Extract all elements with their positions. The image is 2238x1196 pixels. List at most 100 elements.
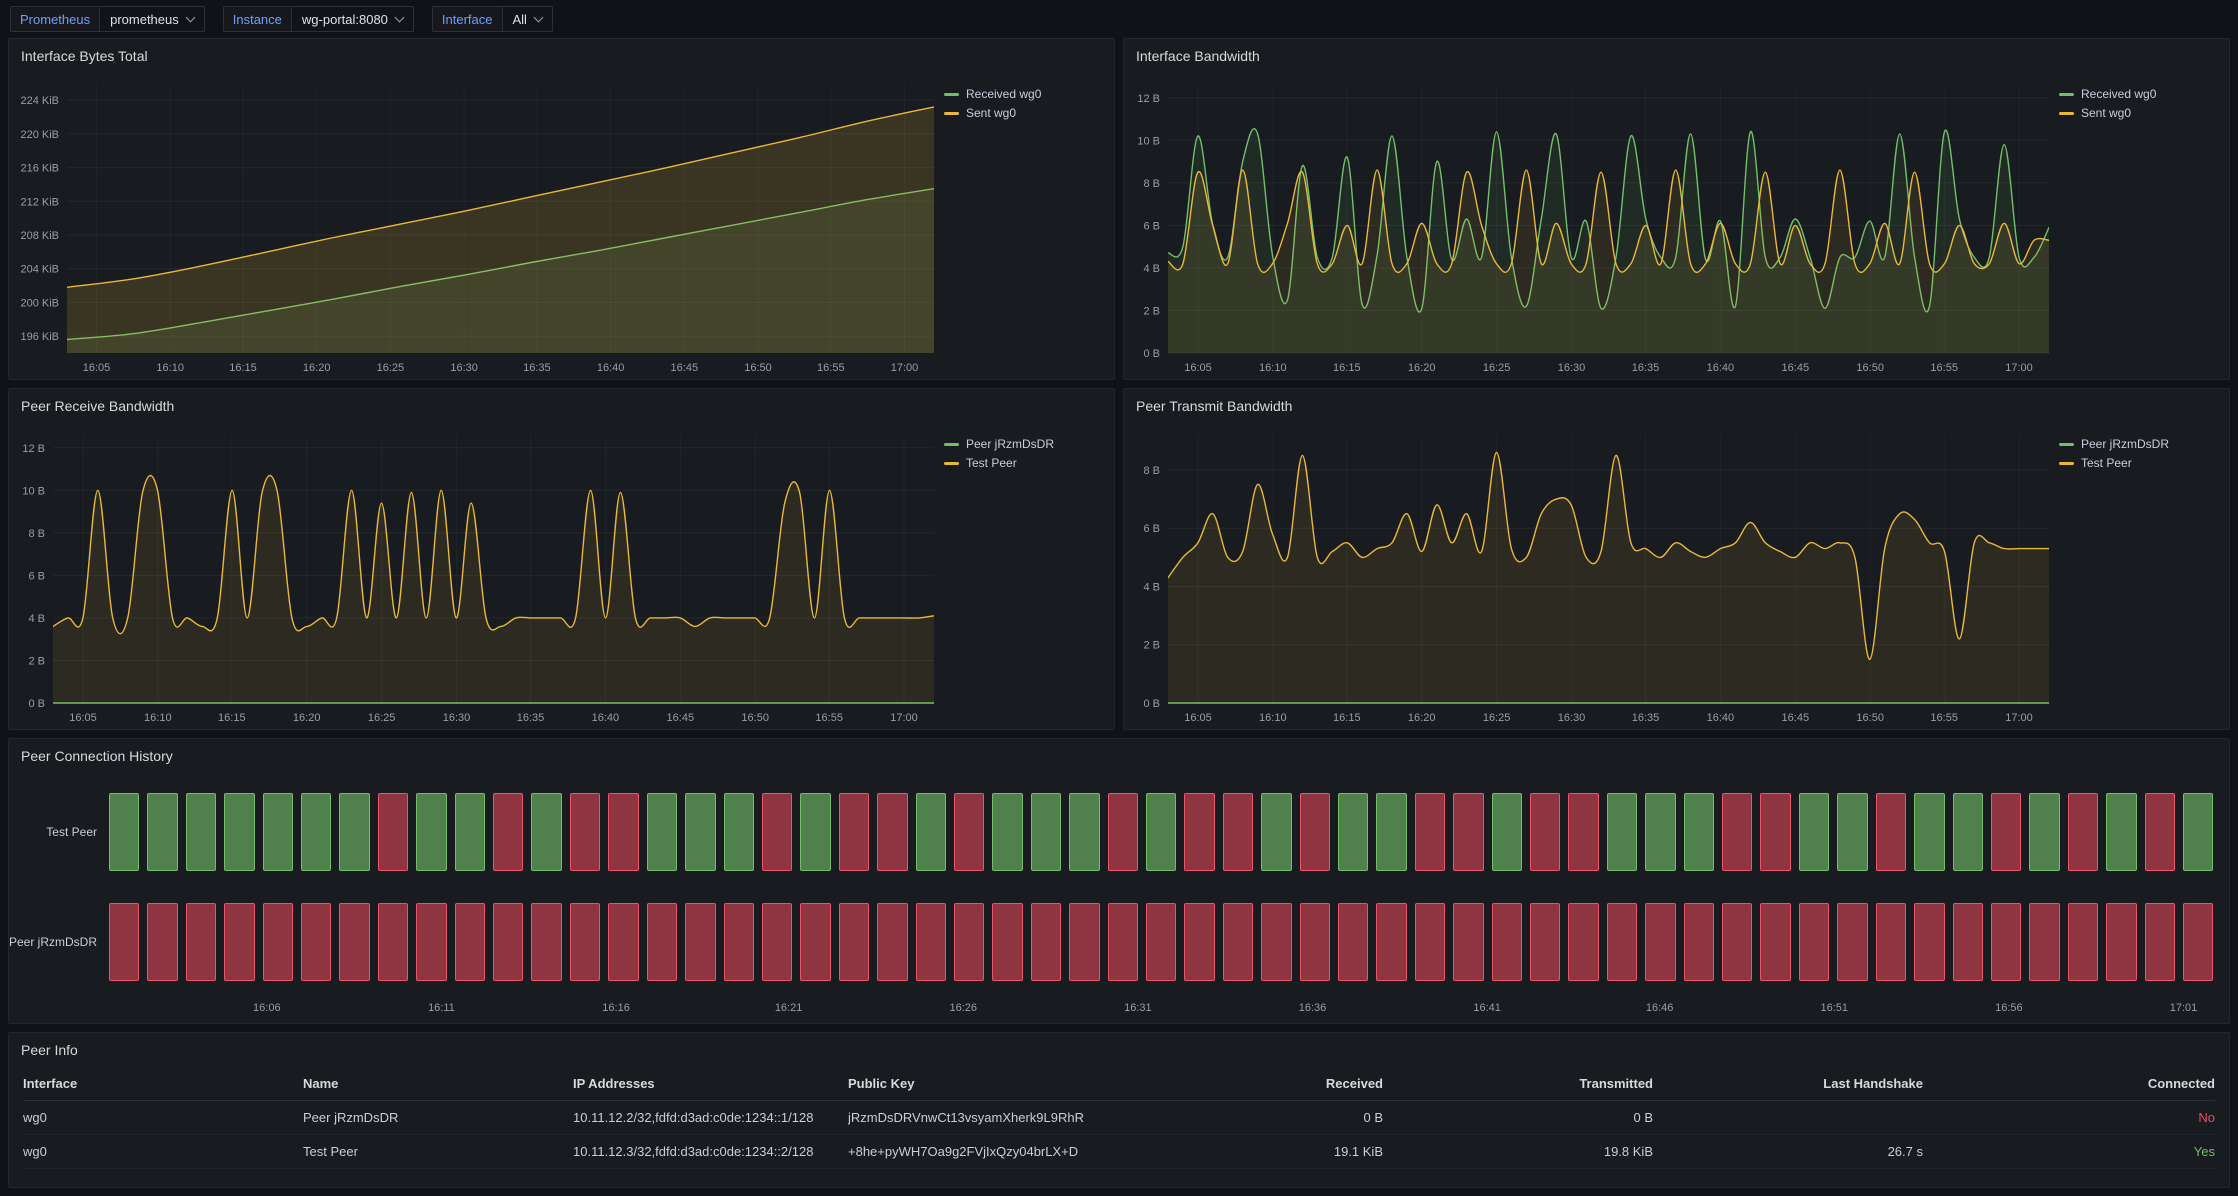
legend-label: Test Peer	[966, 456, 1017, 470]
state-cell-disconnected	[531, 903, 561, 981]
svg-text:17:00: 17:00	[2005, 712, 2033, 724]
state-cell-disconnected	[1184, 793, 1214, 871]
state-cell-connected	[263, 793, 293, 871]
chart-svg: 16:0516:1016:1516:2016:2516:3016:3516:40…	[1124, 423, 2059, 729]
state-cell-disconnected	[1300, 793, 1330, 871]
state-cell-connected	[224, 793, 254, 871]
chevron-down-icon	[394, 12, 404, 22]
svg-text:16:45: 16:45	[1782, 362, 1810, 374]
state-cell-connected	[1031, 793, 1061, 871]
svg-text:16:15: 16:15	[1333, 362, 1361, 374]
peer-info-table: Interface Name IP Addresses Public Key R…	[9, 1067, 2229, 1169]
peer-transmit-bandwidth-chart[interactable]: 16:0516:1016:1516:2016:2516:3016:3516:40…	[1124, 423, 2059, 729]
timeline-tick-label: 16:46	[1646, 1002, 1674, 1014]
svg-text:16:05: 16:05	[1184, 362, 1212, 374]
state-cell-disconnected	[1184, 903, 1214, 981]
legend-item[interactable]: Received wg0	[2059, 87, 2221, 101]
panel-title-interface-bytes-total[interactable]: Interface Bytes Total	[9, 39, 1114, 73]
var-select-instance[interactable]: wg-portal:8080	[292, 6, 414, 32]
svg-text:224 KiB: 224 KiB	[20, 95, 59, 107]
legend-label: Received wg0	[966, 87, 1041, 101]
cell-name: Test Peer	[303, 1144, 573, 1159]
state-cell-disconnected	[724, 903, 754, 981]
state-cell-disconnected	[493, 793, 523, 871]
svg-text:212 KiB: 212 KiB	[20, 196, 59, 208]
panel-title-peer-info[interactable]: Peer Info	[9, 1033, 2229, 1067]
timeline-tick-label: 16:11	[428, 1002, 455, 1014]
var-select-interface[interactable]: All	[503, 6, 553, 32]
chart-legend: Received wg0 Sent wg0	[2059, 73, 2229, 379]
state-cell-disconnected	[1684, 903, 1714, 981]
col-header-interface[interactable]: Interface	[23, 1076, 303, 1091]
series-color-swatch	[944, 443, 959, 446]
peer-receive-bandwidth-chart[interactable]: 16:0516:1016:1516:2016:2516:3016:3516:40…	[9, 423, 944, 729]
state-cell-disconnected	[1223, 903, 1253, 981]
cell-name: Peer jRzmDsDR	[303, 1110, 573, 1125]
timeline-tick-label: 16:26	[949, 1002, 977, 1014]
legend-item[interactable]: Test Peer	[2059, 456, 2221, 470]
panel-title-peer-connection-history[interactable]: Peer Connection History	[9, 739, 2229, 773]
state-cell-connected	[339, 793, 369, 871]
col-header-connected[interactable]: Connected	[1923, 1076, 2215, 1091]
legend-item[interactable]: Peer jRzmDsDR	[2059, 437, 2221, 451]
var-select-prometheus[interactable]: prometheus	[100, 6, 205, 32]
svg-text:16:10: 16:10	[1259, 712, 1287, 724]
state-cell-disconnected	[1300, 903, 1330, 981]
state-cell-disconnected	[1069, 903, 1099, 981]
panel-peer-info: Peer Info Interface Name IP Addresses Pu…	[8, 1032, 2230, 1188]
legend-item[interactable]: Peer jRzmDsDR	[944, 437, 1106, 451]
state-cell-disconnected	[1530, 903, 1560, 981]
legend-item[interactable]: Sent wg0	[944, 106, 1106, 120]
col-header-public-key[interactable]: Public Key	[848, 1076, 1143, 1091]
legend-item[interactable]: Test Peer	[944, 456, 1106, 470]
svg-text:16:55: 16:55	[817, 362, 845, 374]
legend-item[interactable]: Received wg0	[944, 87, 1106, 101]
chevron-down-icon	[534, 12, 544, 22]
svg-text:16:30: 16:30	[443, 712, 471, 724]
state-cell-disconnected	[1108, 793, 1138, 871]
col-header-last-handshake[interactable]: Last Handshake	[1653, 1076, 1923, 1091]
state-cell-connected	[916, 793, 946, 871]
panel-body: 16:0516:1016:1516:2016:2516:3016:3516:40…	[1124, 423, 2229, 729]
col-header-transmitted[interactable]: Transmitted	[1383, 1076, 1653, 1091]
table-row: wg0 Peer jRzmDsDR 10.11.12.2/32,fdfd:d3a…	[23, 1101, 2215, 1135]
interface-bytes-total-chart[interactable]: 16:0516:1016:1516:2016:2516:3016:3516:40…	[9, 73, 944, 379]
var-label-prometheus: Prometheus	[10, 6, 100, 32]
legend-label: Test Peer	[2081, 456, 2132, 470]
svg-text:16:35: 16:35	[523, 362, 551, 374]
col-header-name[interactable]: Name	[303, 1076, 573, 1091]
interface-bandwidth-chart[interactable]: 16:0516:1016:1516:2016:2516:3016:3516:40…	[1124, 73, 2059, 379]
state-cell-connected	[455, 793, 485, 871]
panel-title-peer-transmit-bandwidth[interactable]: Peer Transmit Bandwidth	[1124, 389, 2229, 423]
col-header-received[interactable]: Received	[1143, 1076, 1383, 1091]
state-cell-connected	[109, 793, 139, 871]
legend-item[interactable]: Sent wg0	[2059, 106, 2221, 120]
state-timeline[interactable]: Test PeerPeer jRzmDsDR	[9, 773, 2229, 997]
svg-text:16:45: 16:45	[1782, 712, 1810, 724]
timeline-row-label: Test Peer	[9, 825, 109, 839]
svg-text:17:00: 17:00	[2005, 362, 2033, 374]
state-cell-disconnected	[1415, 903, 1445, 981]
svg-text:16:15: 16:15	[218, 712, 246, 724]
panel-body: 16:0516:1016:1516:2016:2516:3016:3516:40…	[1124, 73, 2229, 379]
timeline-cells	[109, 793, 2213, 871]
svg-text:8 B: 8 B	[28, 528, 45, 540]
panel-title-peer-receive-bandwidth[interactable]: Peer Receive Bandwidth	[9, 389, 1114, 423]
var-group-interface: Interface All	[432, 6, 553, 32]
col-header-ip-addresses[interactable]: IP Addresses	[573, 1076, 848, 1091]
timeline-tick-label: 16:31	[1124, 1002, 1152, 1014]
state-cell-connected	[1261, 793, 1291, 871]
cell-public-key: +8he+pyWH7Oa9g2FVjIxQzy04brLX+D	[848, 1144, 1143, 1159]
cell-received: 0 B	[1143, 1110, 1383, 1125]
panel-title-interface-bandwidth[interactable]: Interface Bandwidth	[1124, 39, 2229, 73]
state-cell-disconnected	[109, 903, 139, 981]
variables-bar: Prometheus prometheus Instance wg-portal…	[0, 0, 2238, 38]
chart-legend: Received wg0 Sent wg0	[944, 73, 1114, 379]
state-cell-disconnected	[954, 903, 984, 981]
state-cell-connected	[416, 793, 446, 871]
state-cell-connected	[1799, 793, 1829, 871]
chart-svg: 16:0516:1016:1516:2016:2516:3016:3516:40…	[9, 423, 944, 729]
state-cell-disconnected	[147, 903, 177, 981]
svg-text:0 B: 0 B	[1143, 698, 1160, 710]
panel-body: 16:0516:1016:1516:2016:2516:3016:3516:40…	[9, 423, 1114, 729]
